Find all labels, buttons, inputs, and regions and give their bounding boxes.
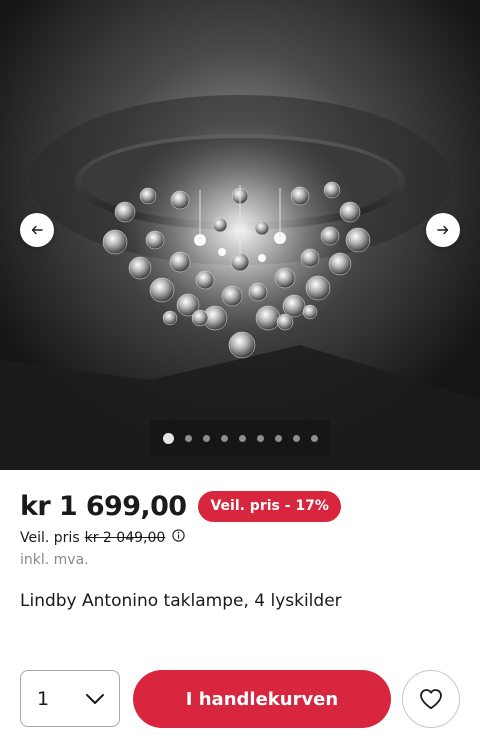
gallery-dot[interactable] [310,434,318,442]
product-price: kr 1 699,00 [20,491,187,522]
gallery-dot[interactable] [238,434,246,442]
gallery-dot[interactable] [274,434,282,442]
info-icon[interactable] [172,529,185,546]
gallery-pagination [0,432,480,444]
price-row: kr 1 699,00 Veil. pris - 17% [20,491,341,522]
rrp-value: kr 2 049,00 [84,529,166,546]
arrow-left-icon [31,225,43,235]
gallery-dot[interactable] [220,434,228,442]
gallery-dot[interactable] [292,434,300,442]
gallery-dot[interactable] [202,434,210,442]
product-image-gallery[interactable] [0,0,480,470]
gallery-dot[interactable] [162,432,174,444]
recommended-price: Veil. pris kr 2 049,00 [20,529,185,546]
previous-image-button[interactable] [20,213,54,247]
chevron-down-icon [86,693,104,704]
add-to-cart-button[interactable]: I handlekurven [133,670,391,728]
arrow-right-icon [437,225,449,235]
product-title: Lindby Antonino taklampe, 4 lyskilder [20,591,342,611]
discount-badge: Veil. pris - 17% [198,491,341,522]
quantity-value: 1 [37,687,50,710]
next-image-button[interactable] [426,213,460,247]
chandelier-photo [0,0,480,470]
vat-note: inkl. mva. [20,552,89,568]
gallery-dot[interactable] [184,434,192,442]
heart-icon [420,689,442,710]
gallery-dot[interactable] [256,434,264,442]
wishlist-button[interactable] [402,670,460,728]
quantity-select[interactable]: 1 [20,670,120,727]
rrp-label: Veil. pris [20,529,80,546]
